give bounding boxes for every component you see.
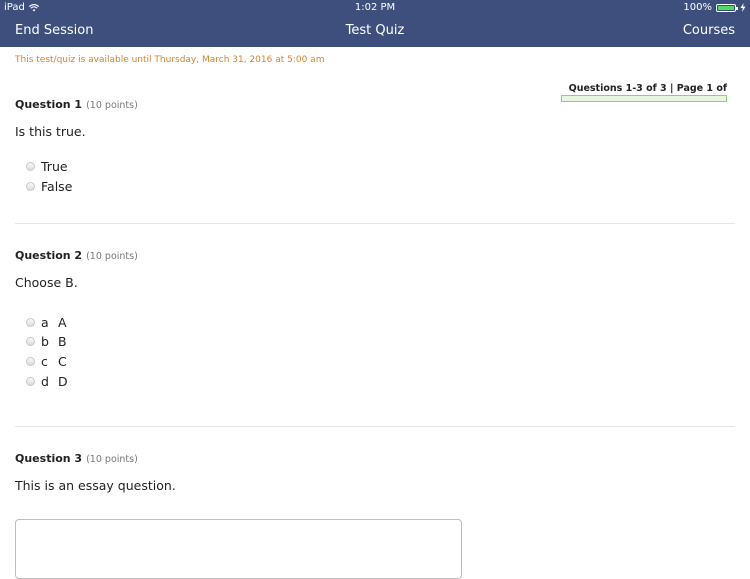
question-title: Question 3 bbox=[15, 452, 83, 465]
question-2-text: Choose B. bbox=[15, 275, 78, 290]
question-1-heading: Question 1 (10 points) bbox=[15, 98, 138, 111]
question-points: (10 points) bbox=[86, 100, 138, 111]
question-title: Question 1 bbox=[15, 98, 83, 111]
question-3-text: This is an essay question. bbox=[15, 478, 176, 493]
option-letter: b bbox=[41, 334, 49, 349]
radio-button[interactable] bbox=[26, 318, 35, 327]
question-2-heading: Question 2 (10 points) bbox=[15, 249, 138, 262]
option-b[interactable]: b B bbox=[26, 334, 67, 349]
question-points: (10 points) bbox=[86, 454, 138, 465]
nav-bar: End Session Test Quiz Courses bbox=[0, 16, 750, 47]
option-label: C bbox=[58, 354, 67, 369]
option-label: False bbox=[41, 179, 73, 194]
option-d[interactable]: d D bbox=[26, 374, 68, 389]
question-title: Question 2 bbox=[15, 249, 83, 262]
battery-icon bbox=[716, 3, 738, 12]
option-label: A bbox=[58, 315, 67, 330]
radio-button[interactable] bbox=[26, 337, 35, 346]
pagination-progress-bar bbox=[561, 95, 727, 102]
divider bbox=[15, 223, 735, 224]
status-right: 100% bbox=[683, 2, 746, 13]
option-letter: a bbox=[41, 315, 49, 330]
charging-icon bbox=[740, 3, 746, 12]
battery-percent: 100% bbox=[683, 2, 712, 13]
status-bar: iPad 1:02 PM 100% bbox=[0, 0, 750, 16]
status-time: 1:02 PM bbox=[354, 2, 396, 13]
option-label: B bbox=[58, 334, 67, 349]
question-1-text: Is this true. bbox=[15, 124, 86, 139]
radio-button[interactable] bbox=[26, 377, 35, 386]
radio-button[interactable] bbox=[26, 357, 35, 366]
question-3-heading: Question 3 (10 points) bbox=[15, 452, 138, 465]
option-true[interactable]: True bbox=[26, 159, 68, 174]
option-c[interactable]: c C bbox=[26, 354, 67, 369]
availability-notice: This test/quiz is available until Thursd… bbox=[15, 55, 325, 65]
option-letter: c bbox=[41, 354, 48, 369]
page-title: Test Quiz bbox=[345, 23, 405, 38]
end-session-button[interactable]: End Session bbox=[15, 23, 93, 38]
option-label: D bbox=[58, 374, 68, 389]
essay-answer-field[interactable] bbox=[15, 519, 462, 579]
radio-button[interactable] bbox=[26, 162, 35, 171]
option-false[interactable]: False bbox=[26, 179, 72, 194]
radio-button[interactable] bbox=[26, 182, 35, 191]
option-label: True bbox=[41, 159, 68, 174]
option-a[interactable]: a A bbox=[26, 315, 67, 330]
question-points: (10 points) bbox=[86, 251, 138, 262]
courses-button[interactable]: Courses bbox=[683, 23, 735, 38]
divider bbox=[15, 426, 735, 427]
battery-level bbox=[718, 5, 734, 10]
option-letter: d bbox=[41, 374, 49, 389]
